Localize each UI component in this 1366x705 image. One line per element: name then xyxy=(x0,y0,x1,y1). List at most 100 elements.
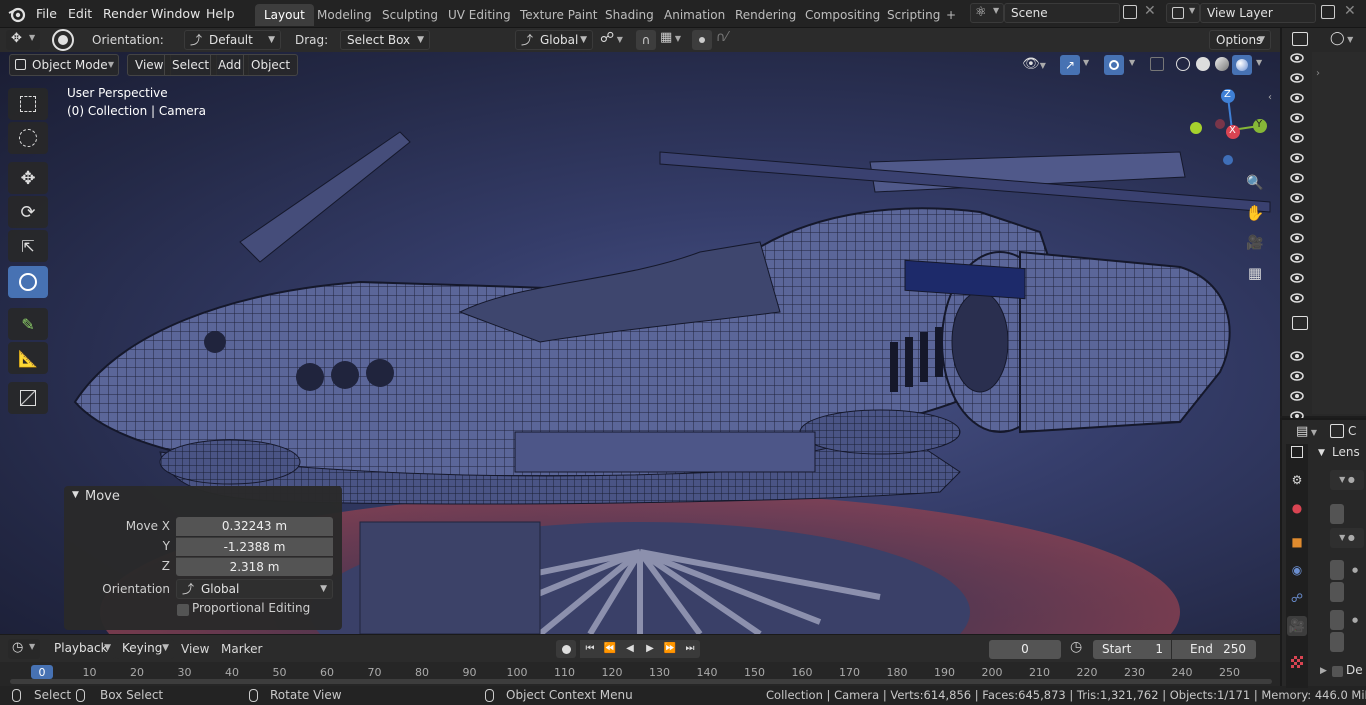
shading-material-icon[interactable] xyxy=(1215,57,1229,71)
end-frame-field[interactable]: End 250 xyxy=(1172,640,1256,659)
object-menu[interactable]: Object xyxy=(243,54,299,76)
lens-unit-dropdown[interactable]: ▼ ● xyxy=(1330,528,1364,548)
proportional-editing-icon[interactable] xyxy=(692,30,712,50)
shading-wireframe-icon[interactable] xyxy=(1176,57,1190,71)
collapse-arrow-icon[interactable]: ▼ xyxy=(72,490,79,500)
scene-name-field[interactable]: Scene xyxy=(1004,3,1120,23)
properties-editor-type-icon[interactable]: ▤ ▼ xyxy=(1296,424,1317,439)
tab-layout[interactable]: Layout xyxy=(255,4,314,26)
clip-start-field[interactable] xyxy=(1330,610,1344,630)
pin-icon[interactable] xyxy=(1330,424,1344,438)
constraints-tab[interactable]: ☍ xyxy=(1287,588,1307,608)
playback-menu[interactable]: Playback ▼ xyxy=(48,639,116,659)
shift-y-field[interactable] xyxy=(1330,582,1344,602)
close-icon[interactable]: ✕ xyxy=(1344,3,1356,19)
visibility-eye-icon[interactable] xyxy=(1290,252,1304,266)
tab-rendering[interactable]: Rendering xyxy=(726,4,805,26)
preview-range-icon[interactable]: ◷ xyxy=(1070,639,1082,655)
dof-checkbox[interactable] xyxy=(1332,666,1343,677)
tab-compositing[interactable]: Compositing xyxy=(796,4,889,26)
next-keyframe-button[interactable]: ⏩ xyxy=(660,640,680,658)
menu-window[interactable]: Window xyxy=(144,4,207,24)
proportional-falloff-icon[interactable]: ∩⁄ xyxy=(716,30,728,45)
blender-logo-icon[interactable] xyxy=(8,5,26,23)
transform-orientation-dropdown[interactable]: ⤴ Global ▼ xyxy=(515,30,593,50)
visibility-eye-icon[interactable] xyxy=(1290,350,1304,364)
visibility-eye-icon[interactable] xyxy=(1290,172,1304,186)
clip-end-field[interactable] xyxy=(1330,632,1344,652)
move-orientation-dropdown[interactable]: ⤴ Global ▼ xyxy=(176,579,333,599)
new-scene-icon[interactable] xyxy=(1123,5,1137,19)
shift-x-field[interactable] xyxy=(1330,560,1344,580)
visibility-eye-icon[interactable] xyxy=(1290,152,1304,166)
options-dropdown[interactable]: Options ▼ xyxy=(1209,30,1271,50)
overlays-toggle-icon[interactable] xyxy=(1104,55,1124,75)
transform-tool[interactable] xyxy=(8,266,48,298)
visibility-eye-icon[interactable] xyxy=(1290,212,1304,226)
menu-edit[interactable]: Edit xyxy=(61,4,99,24)
add-cube-tool[interactable] xyxy=(8,382,48,414)
expand-arrow-icon[interactable]: › xyxy=(1316,68,1320,79)
object-tab[interactable]: ■ xyxy=(1287,532,1307,552)
tool-tab[interactable] xyxy=(1287,442,1307,462)
tab-texture-paint[interactable]: Texture Paint xyxy=(511,4,606,26)
jump-start-button[interactable]: ⏮ xyxy=(580,640,600,658)
proportional-editing-checkbox[interactable] xyxy=(177,604,189,616)
move-y-field[interactable]: -1.2388 m xyxy=(176,537,333,556)
visibility-eye-icon[interactable] xyxy=(1290,390,1304,404)
timeline-view-menu[interactable]: View xyxy=(181,639,209,659)
rotate-tool[interactable]: ⟳ xyxy=(8,196,48,228)
snap-toggle-icon[interactable]: ∩ xyxy=(636,30,656,50)
ortho-toggle-button[interactable]: ▦ xyxy=(1242,260,1268,286)
gizmo-toggle-icon[interactable]: ↗ xyxy=(1060,55,1080,75)
tab-uv-editing[interactable]: UV Editing xyxy=(439,4,520,26)
measure-tool[interactable]: 📐 xyxy=(8,342,48,374)
visibility-eye-icon[interactable] xyxy=(1290,112,1304,126)
chevron-down-icon[interactable]: ▼ xyxy=(1083,58,1089,67)
orientation-dropdown[interactable]: ⤴ Default ▼ xyxy=(184,30,281,50)
play-button[interactable]: ▶ xyxy=(640,640,660,658)
move-tool[interactable]: ✥ xyxy=(8,162,48,194)
visibility-icon[interactable]: 👁▼ xyxy=(1022,56,1046,72)
prev-keyframe-button[interactable]: ⏪ xyxy=(600,640,620,658)
lens-type-dropdown[interactable]: ▼ ● xyxy=(1330,470,1364,490)
scale-tool[interactable]: ⇱ xyxy=(8,230,48,262)
camera-data-tab[interactable]: 🎥 xyxy=(1287,616,1307,636)
snap-target-icon[interactable]: ▦ ▼ xyxy=(660,30,681,45)
mode-dropdown[interactable]: Object Mode ▼ xyxy=(9,54,119,76)
visibility-eye-icon[interactable] xyxy=(1290,72,1304,86)
annotate-tool[interactable]: ✎ xyxy=(8,308,48,340)
record-button[interactable] xyxy=(556,640,576,658)
sidebar-toggle-icon[interactable]: ‹ xyxy=(1268,92,1272,103)
view-layer-selector-button[interactable]: ▼ xyxy=(1166,3,1200,23)
visibility-eye-icon[interactable] xyxy=(1290,192,1304,206)
timeline-ruler[interactable]: 0 10 20 30 40 50 60 70 80 90 100 110 120 130 140 150 160… xyxy=(0,662,1280,686)
display-mode-icon[interactable]: ◯ ▼ xyxy=(1330,31,1353,46)
pivot-point-icon[interactable]: ☍ ▼ xyxy=(600,30,623,46)
visibility-eye-icon[interactable] xyxy=(1290,272,1304,286)
keying-menu[interactable]: Keying ▼ xyxy=(116,639,174,659)
jump-end-button[interactable]: ⏭ xyxy=(680,640,700,658)
pan-button[interactable]: ✋ xyxy=(1242,200,1268,226)
select-box-tool[interactable] xyxy=(8,88,48,120)
render-tab[interactable]: ⚙ xyxy=(1287,470,1307,490)
move-z-field[interactable]: 2.318 m xyxy=(176,557,333,576)
marker-menu[interactable]: Marker xyxy=(221,639,262,659)
close-icon[interactable]: ✕ xyxy=(1144,3,1156,19)
texture-tab[interactable] xyxy=(1287,652,1307,672)
filter-icon[interactable] xyxy=(1292,316,1308,330)
navigation-gizmo[interactable]: Z X Y xyxy=(1188,88,1276,168)
active-tool-icon[interactable] xyxy=(52,29,74,51)
tab-scripting[interactable]: Scripting xyxy=(878,4,949,26)
add-workspace-button[interactable]: + xyxy=(941,4,961,26)
shading-rendered-icon[interactable] xyxy=(1232,55,1252,75)
modifiers-tab[interactable]: ◉ xyxy=(1287,560,1307,580)
collapse-arrow-icon[interactable]: ▼ xyxy=(1318,448,1325,458)
visibility-eye-icon[interactable] xyxy=(1290,92,1304,106)
timeline-scrollbar[interactable] xyxy=(10,679,1272,684)
new-view-layer-icon[interactable] xyxy=(1321,5,1335,19)
world-tab[interactable]: ● xyxy=(1287,498,1307,518)
zoom-button[interactable]: 🔍 xyxy=(1242,170,1268,196)
tab-sculpting[interactable]: Sculpting xyxy=(373,4,447,26)
outliner-editor-type-icon[interactable] xyxy=(1292,32,1308,46)
